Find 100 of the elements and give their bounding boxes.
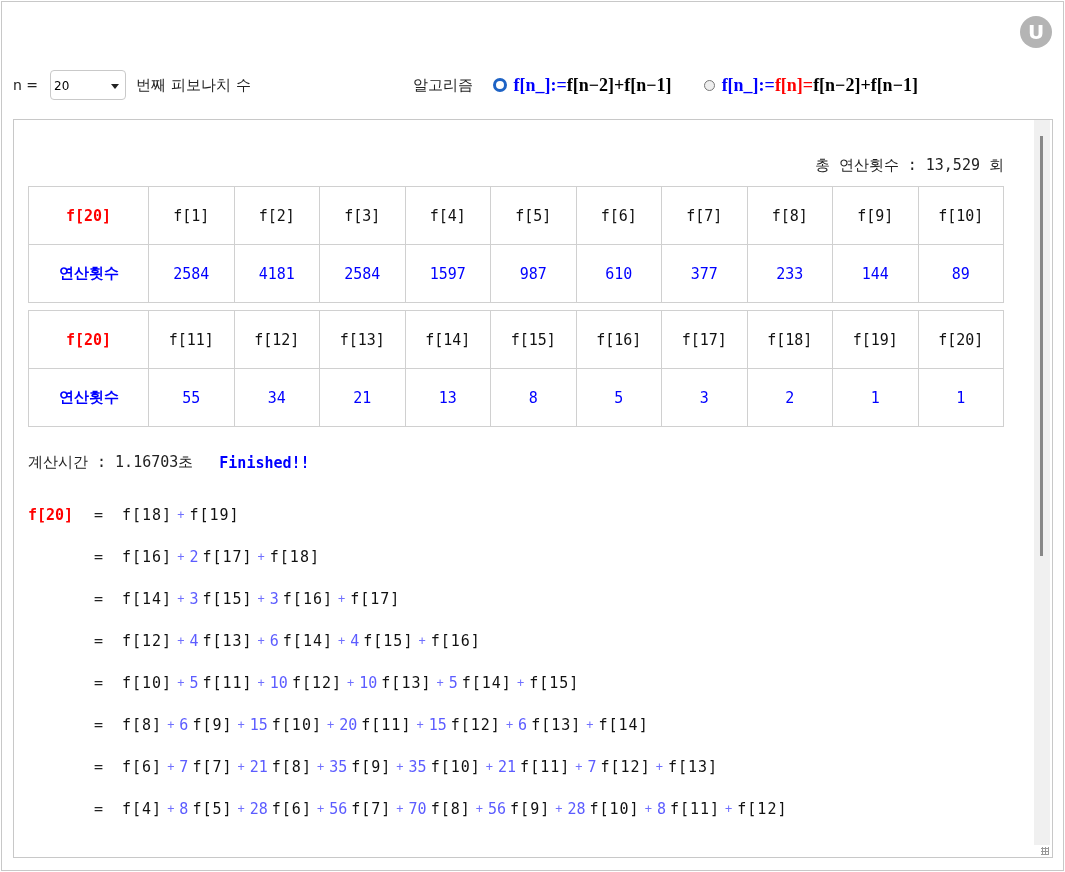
- table-cell: 3: [662, 369, 748, 427]
- fib-term: f[16]: [122, 548, 173, 566]
- plus-sign: +: [575, 760, 583, 774]
- plus-sign: +: [237, 718, 245, 732]
- plus-sign: +: [237, 760, 245, 774]
- formula-label[interactable]: f[n_]:=f[n−2]+f[n−1]: [513, 74, 672, 96]
- table-cell: 610: [576, 245, 662, 303]
- fib-term: f[18]: [269, 548, 320, 566]
- table-cell: 2584: [320, 245, 406, 303]
- table-cell: f[6]: [576, 187, 662, 245]
- plus-sign: +: [167, 760, 175, 774]
- algorithm-label: 알고리즘: [412, 75, 473, 95]
- fib-term: f[7]: [351, 800, 392, 818]
- fib-term: f[6]: [271, 800, 312, 818]
- formula-label[interactable]: f[n_]:=f[n]=f[n−2]+f[n−1]: [721, 74, 918, 96]
- table-cell: 2: [747, 369, 833, 427]
- plus-sign: +: [257, 592, 265, 606]
- equals-sign: =: [94, 590, 104, 608]
- fib-term: f[8]: [271, 758, 312, 776]
- table-cell: f[20]: [29, 311, 149, 369]
- plus-sign: +: [516, 676, 525, 690]
- table-cell: f[10]: [918, 187, 1004, 245]
- coefficient: 7: [587, 758, 597, 776]
- table-cell: 144: [833, 245, 919, 303]
- coefficient: 6: [269, 632, 279, 650]
- table-cell: 연산횟수: [29, 245, 149, 303]
- coefficient: 4: [350, 632, 360, 650]
- fib-term: f[8]: [122, 716, 163, 734]
- radio-button[interactable]: [703, 79, 715, 91]
- plus-sign: +: [257, 676, 265, 690]
- table-cell: f[16]: [576, 311, 662, 369]
- radio-button[interactable]: [492, 78, 507, 92]
- fib-term: f[13]: [202, 632, 253, 650]
- fib-term: f[11]: [520, 758, 571, 776]
- coefficient: 7: [179, 758, 189, 776]
- coefficient: 35: [329, 758, 348, 776]
- fib-term: f[12]: [737, 800, 788, 818]
- plus-sign: +: [177, 676, 185, 690]
- table-cell: 377: [662, 245, 748, 303]
- table-cell: f[14]: [405, 311, 491, 369]
- plus-sign: +: [257, 634, 265, 648]
- table-cell: f[17]: [662, 311, 748, 369]
- fib-term: f[4]: [122, 800, 163, 818]
- coefficient: 28: [249, 800, 268, 818]
- table-cell: 89: [918, 245, 1004, 303]
- table-cell: 2584: [149, 245, 235, 303]
- plus-sign: +: [167, 718, 175, 732]
- elapsed-time: 계산시간 : 1.16703초: [28, 453, 194, 472]
- total-count: 총 연산횟수 : 13,529 회: [813, 156, 1004, 176]
- equals-sign: =: [94, 548, 104, 566]
- fib-term: f[15]: [529, 674, 580, 692]
- table-cell: f[9]: [833, 187, 919, 245]
- scroll-thumb[interactable]: [1040, 136, 1043, 556]
- plus-sign: +: [555, 802, 563, 816]
- equals-sign: =: [94, 716, 104, 734]
- plus-sign: +: [725, 802, 733, 816]
- table-cell: f[5]: [491, 187, 577, 245]
- plus-sign: +: [586, 718, 594, 732]
- n-select[interactable]: 20: [50, 70, 127, 100]
- fib-term: f[11]: [361, 716, 412, 734]
- fib-term: f[10]: [589, 800, 640, 818]
- plus-sign: +: [644, 802, 652, 816]
- table-cell: 8: [491, 369, 577, 427]
- fib-term: f[15]: [363, 632, 414, 650]
- coefficient: 28: [567, 800, 586, 818]
- scrollbar[interactable]: [1034, 120, 1050, 845]
- equation-lhs: f[20]: [28, 506, 74, 524]
- fib-term: f[10]: [271, 716, 322, 734]
- table-cell: 13: [405, 369, 491, 427]
- table-cell: 1: [918, 369, 1004, 427]
- coefficient: 56: [329, 800, 348, 818]
- table-cell: 1597: [405, 245, 491, 303]
- fib-term: f[17]: [202, 548, 253, 566]
- table-cell: f[12]: [234, 311, 320, 369]
- coefficient: 8: [179, 800, 189, 818]
- coefficient: 3: [189, 590, 199, 608]
- table-cell: 1: [833, 369, 919, 427]
- coefficient: 8: [656, 800, 666, 818]
- fib-term: f[11]: [202, 674, 253, 692]
- fib-term: f[12]: [122, 632, 173, 650]
- table-cell: 4181: [234, 245, 320, 303]
- plus-sign: +: [655, 760, 663, 774]
- plus-sign: +: [257, 550, 265, 564]
- table-cell: f[20]: [29, 187, 149, 245]
- fib-term: f[13]: [381, 674, 432, 692]
- resize-grip-icon[interactable]: [1041, 847, 1049, 855]
- table-cell: f[7]: [662, 187, 748, 245]
- fib-term: f[18]: [122, 506, 173, 524]
- coefficient: 5: [189, 674, 199, 692]
- fib-term: f[8]: [430, 800, 471, 818]
- table-cell: 5: [576, 369, 662, 427]
- table-cell: f[15]: [491, 311, 577, 369]
- plus-sign: +: [485, 760, 494, 774]
- plus-sign: +: [177, 592, 185, 606]
- plus-sign: +: [177, 634, 185, 648]
- table-cell: 21: [320, 369, 406, 427]
- plus-sign: +: [436, 676, 444, 690]
- fib-term: f[12]: [600, 758, 651, 776]
- fib-term: f[10]: [430, 758, 481, 776]
- fib-term: f[14]: [598, 716, 649, 734]
